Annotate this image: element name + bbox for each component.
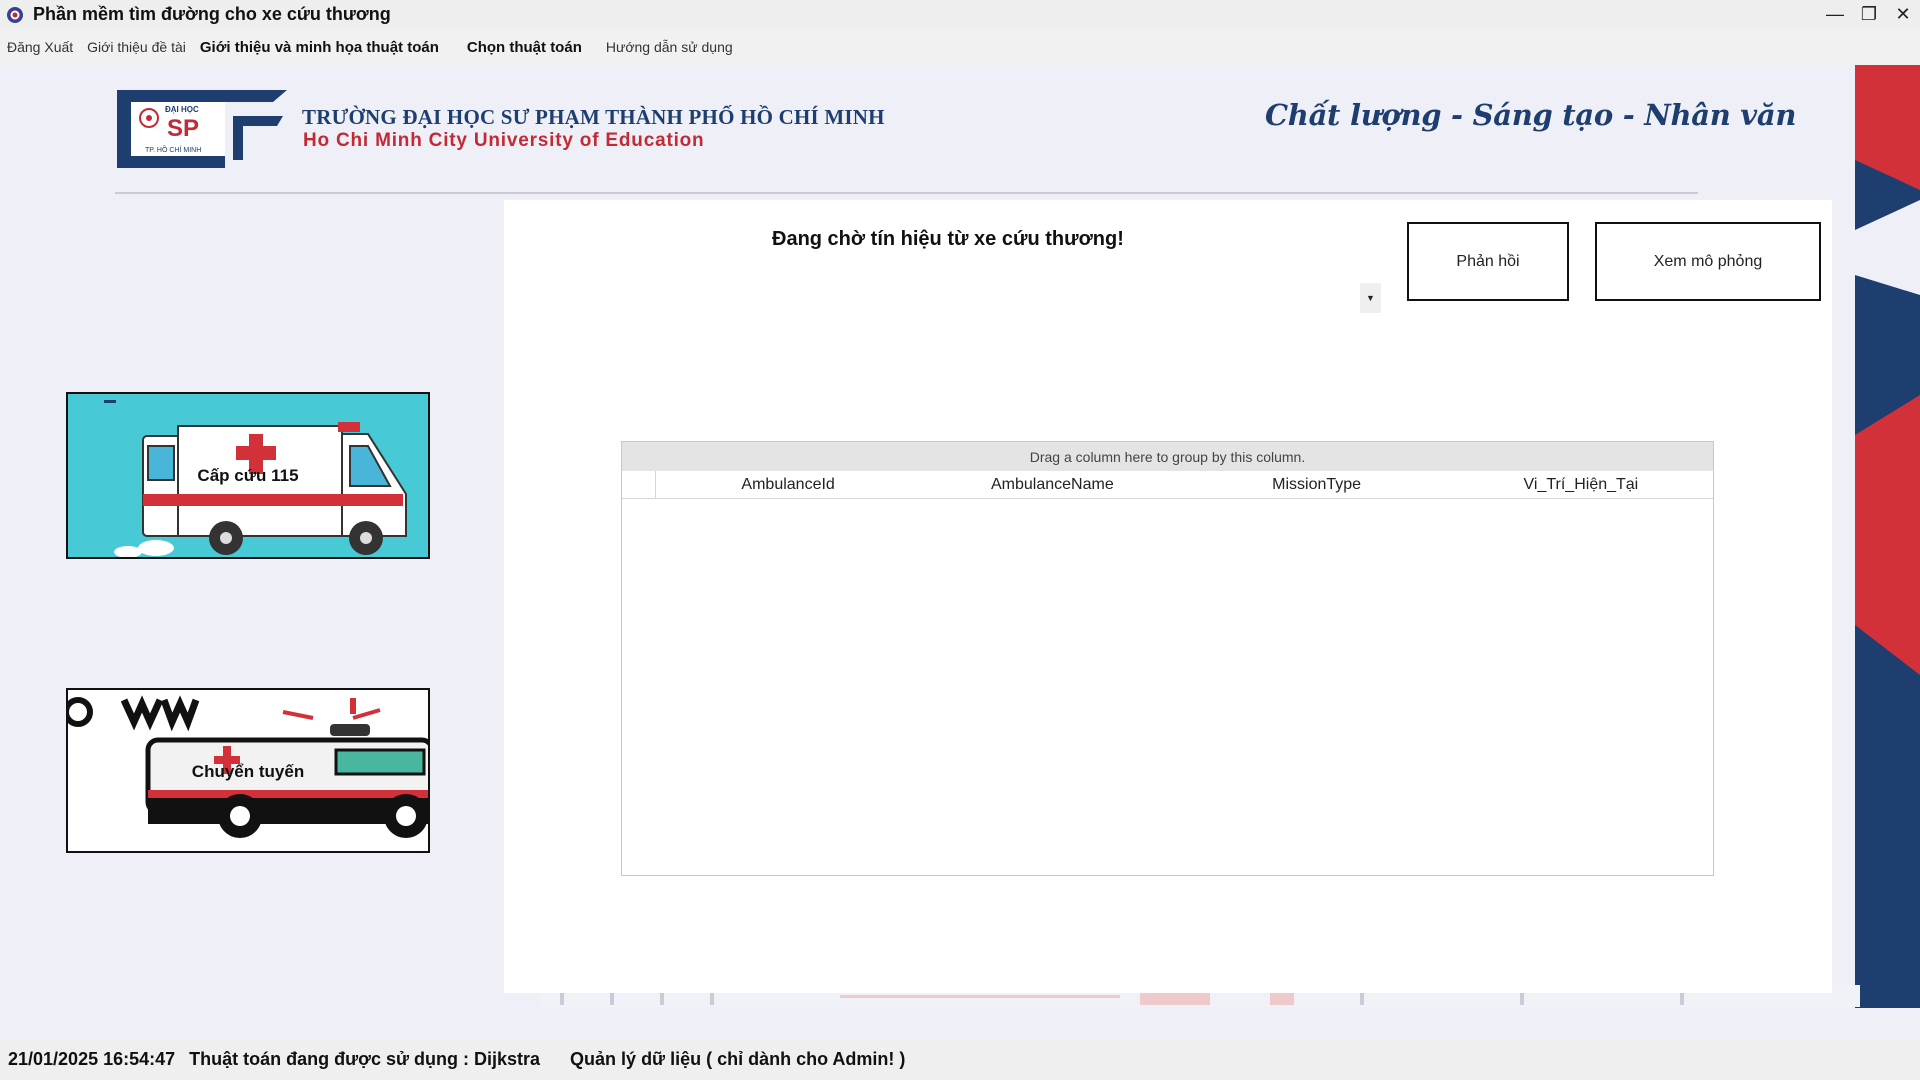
row-indicator-header	[622, 471, 656, 498]
minimize-icon[interactable]: —	[1818, 0, 1852, 29]
column-header-mission-type[interactable]: MissionType	[1185, 476, 1449, 494]
status-algorithm: Thuật toán đang được sử dụng : Dijkstra	[189, 1049, 541, 1069]
window-controls: — ❐ ✕	[1818, 0, 1920, 29]
column-header-current-location[interactable]: Vi_Trí_Hiện_Tại	[1449, 476, 1713, 494]
slogan: Chất lượng - Sáng tạo - Nhân văn	[1265, 98, 1797, 132]
menu-item-user-guide[interactable]: Hướng dẫn sử dụng	[599, 39, 740, 55]
window-title: Phần mềm tìm đường cho xe cứu thương	[33, 4, 391, 24]
waiting-signal-message: Đang chờ tín hiệu từ xe cứu thương!	[772, 228, 1124, 250]
university-name-vn: TRƯỜNG ĐẠI HỌC SƯ PHẠM THÀNH PHỐ HỒ CHÍ …	[302, 105, 885, 129]
menu-item-project-intro[interactable]: Giới thiệu đề tài	[80, 39, 193, 55]
status-bar: 21/01/2025 16:54:47 Thuật toán đang được…	[0, 1039, 1920, 1080]
menu-bar: Đăng Xuất Giới thiệu đề tài Giới thiệu v…	[0, 29, 1920, 65]
menu-item-algorithm-intro[interactable]: Giới thiệu và minh họa thuật toán	[193, 39, 446, 56]
transfer-card[interactable]: Chuyển tuyến	[66, 688, 430, 853]
emergency-115-label: Cấp cứu 115	[197, 466, 299, 485]
feedback-button[interactable]: Phản hồi	[1407, 222, 1569, 301]
status-datetime: 21/01/2025 16:54:47	[8, 1049, 176, 1069]
decorative-stripe	[1855, 65, 1920, 1008]
column-header-ambulance-name[interactable]: AmbulanceName	[920, 476, 1184, 494]
title-bar: Phần mềm tìm đường cho xe cứu thương — ❐…	[0, 0, 1920, 29]
view-simulation-button[interactable]: Xem mô phỏng	[1595, 222, 1821, 301]
chevron-down-icon: ▼	[1366, 293, 1375, 303]
ambulance-grid[interactable]: Drag a column here to group by this colu…	[621, 441, 1714, 876]
admin-data-management-link[interactable]: Quản lý dữ liệu ( chỉ dành cho Admin! )	[570, 1049, 905, 1070]
transfer-label: Chuyển tuyến	[191, 762, 305, 781]
menu-item-choose-algorithm[interactable]: Chọn thuật toán	[460, 39, 589, 56]
grid-body[interactable]	[622, 499, 1713, 875]
university-logo: ĐẠI HỌC SP TP. HỒ CHÍ MINH	[117, 90, 287, 168]
dropdown-toggle[interactable]: ▼	[1360, 283, 1381, 313]
logo-text-top: ĐẠI HỌC	[165, 105, 199, 114]
grid-header: AmbulanceId AmbulanceName MissionType Vi…	[622, 471, 1713, 499]
group-by-panel[interactable]: Drag a column here to group by this colu…	[622, 442, 1713, 471]
emergency-115-card[interactable]: Cấp cứu 115	[66, 392, 430, 559]
header-divider	[115, 192, 1698, 194]
restore-icon[interactable]: ❐	[1852, 0, 1886, 29]
logo-text-main: SP	[167, 115, 199, 142]
close-icon[interactable]: ✕	[1886, 0, 1920, 29]
university-name-en: Ho Chi Minh City University of Education	[303, 130, 705, 151]
app-icon	[7, 6, 23, 23]
column-header-ambulance-id[interactable]: AmbulanceId	[656, 476, 920, 494]
menu-item-logout[interactable]: Đăng Xuất	[0, 39, 80, 55]
